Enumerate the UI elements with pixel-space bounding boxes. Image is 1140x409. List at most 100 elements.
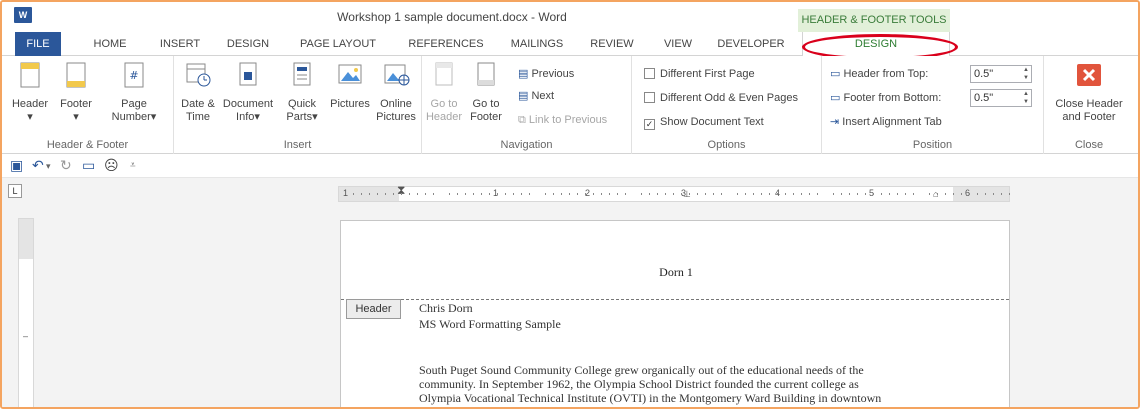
group-label-insert: Insert [283, 139, 312, 151]
ruler-tick [913, 193, 914, 195]
checkbox-icon [644, 92, 655, 103]
different-first-page-checkbox[interactable]: Different First Page [644, 64, 755, 84]
tab-mailings[interactable]: MAILINGS [498, 32, 576, 56]
vertical-ruler-top-margin [19, 219, 33, 259]
tab-developer[interactable]: DEVELOPER [708, 32, 794, 56]
body-paragraph[interactable]: South Puget Sound Community College grew… [419, 363, 933, 405]
close-header-footer-button[interactable]: Close Header and Footer [1048, 60, 1130, 124]
ruler-tick [713, 193, 714, 195]
ruler-tick [473, 193, 474, 195]
quick-parts-button[interactable]: Quick Parts▾ [280, 60, 324, 124]
document-info-button[interactable]: Document Info▾ [218, 60, 278, 124]
author-line[interactable]: Chris Dorn [419, 301, 473, 315]
page-number-button[interactable]: # Page Number▾ [106, 60, 162, 124]
tab-review[interactable]: REVIEW [582, 32, 642, 56]
date-time-button[interactable]: Date & Time [178, 60, 218, 124]
link-to-previous-label: Link to Previous [528, 114, 608, 126]
header-position-icon: ▭ [830, 68, 841, 80]
frown-icon[interactable]: ☹ [104, 157, 119, 174]
redo-icon[interactable]: ↻ [60, 157, 72, 174]
vertical-ruler[interactable]: – [18, 218, 34, 407]
window-title: Workshop 1 sample document.docx - Word [337, 10, 567, 24]
ruler-tick [681, 193, 682, 195]
ruler-tick [601, 193, 602, 195]
alignment-tab-icon: ⇥ [830, 116, 840, 128]
previous-button[interactable]: ▤ Previous [518, 64, 574, 84]
indent-marker-icon[interactable]: ⧗ [397, 183, 405, 198]
tab-selector-icon[interactable]: L [8, 184, 22, 198]
tab-home[interactable]: HOME [82, 32, 138, 56]
document-page[interactable]: Dorn 1 Header Chris Dorn MS Word Formatt… [340, 220, 1011, 407]
next-button[interactable]: ▤ Next [518, 86, 554, 106]
online-pictures-button[interactable]: Online Pictures [372, 60, 420, 124]
go-to-footer-button[interactable]: Go to Footer [466, 60, 506, 124]
ruler-tick [489, 193, 490, 195]
ribbon-tabs: FILE HOME INSERT DESIGN PAGE LAYOUT REFE… [2, 32, 1138, 57]
link-to-previous-button[interactable]: ⧉ Link to Previous [518, 110, 607, 130]
different-odd-even-checkbox[interactable]: Different Odd & Even Pages [644, 88, 798, 108]
horizontal-ruler[interactable]: 1 1 2 3 4 5 6 ⧗ ⊥ ⌂ [338, 183, 1010, 202]
subtitle-line[interactable]: MS Word Formatting Sample [419, 317, 561, 331]
touch-mode-icon[interactable]: ▭ [82, 157, 95, 174]
different-first-page-label: Different First Page [660, 68, 755, 80]
tab-insert[interactable]: INSERT [152, 32, 208, 56]
ruler-tick [937, 193, 938, 195]
ruler-tick [513, 193, 514, 195]
ruler-tick [785, 193, 786, 195]
tab-view[interactable]: VIEW [654, 32, 702, 56]
word-icon[interactable]: W [14, 7, 32, 23]
date-time-label-2: Time [185, 111, 211, 123]
ribbon: Header ▾ Footer ▾ # Page Number▾ Header … [2, 56, 1138, 154]
insert-alignment-tab-button[interactable]: ⇥ Insert Alignment Tab [830, 112, 942, 132]
undo-icon[interactable]: ↶ [32, 157, 44, 174]
ruler-tick [801, 193, 802, 195]
go-to-header-button[interactable]: Go to Header [424, 60, 464, 124]
tab-file[interactable]: FILE [15, 32, 61, 56]
checkmark-icon: ✓ [644, 119, 655, 130]
header-content[interactable]: Dorn 1 [341, 265, 1011, 280]
ruler-tick [745, 193, 746, 195]
quick-parts-icon [293, 62, 311, 86]
paragraph-line: Olympia Vocational Technical Institute (… [419, 391, 882, 405]
word-window: W Workshop 1 sample document.docx - Word… [0, 0, 1140, 409]
ruler-tick [873, 193, 874, 195]
group-insert: Date & Time Document Info▾ Quick Parts▾ … [174, 56, 422, 154]
ruler-tick [833, 193, 834, 195]
group-label-header-footer: Header & Footer [46, 139, 129, 151]
ruler-tick [481, 193, 482, 195]
tab-references[interactable]: REFERENCES [398, 32, 494, 56]
header-from-top-input[interactable]: 0.5" ▲ ▼ [970, 65, 1032, 83]
save-icon[interactable]: ▣ [10, 157, 23, 174]
ruler-tick [1009, 193, 1010, 195]
pictures-button[interactable]: Pictures [326, 60, 374, 111]
header-button[interactable]: Header ▾ [8, 60, 52, 124]
ruler-tick [905, 193, 906, 195]
document-info-label-2: Info [236, 111, 255, 123]
spinner-arrows-icon[interactable]: ▲ ▼ [1023, 66, 1029, 82]
ruler-tick [449, 193, 450, 195]
show-document-text-checkbox[interactable]: ✓ Show Document Text [644, 112, 764, 132]
page-number-label-1: Page [121, 98, 147, 110]
footer-button[interactable]: Footer ▾ [54, 60, 98, 124]
go-to-header-icon [435, 62, 453, 86]
ruler-tick [497, 193, 498, 195]
customize-toolbar-icon[interactable]: ⩡ [130, 160, 136, 171]
spinner-arrows-icon[interactable]: ▲ ▼ [1023, 90, 1029, 106]
group-options: Different First Page Different Odd & Eve… [632, 56, 822, 154]
footer-from-bottom-input[interactable]: 0.5" ▲ ▼ [970, 89, 1032, 107]
ruler-tick [969, 193, 970, 195]
undo-dropdown-icon[interactable]: ▾ [46, 161, 51, 172]
tab-design[interactable]: DESIGN [220, 32, 276, 56]
ruler-tick [985, 193, 986, 195]
ruler-tick [505, 193, 506, 195]
ruler-tick [417, 193, 418, 195]
tab-page-layout[interactable]: PAGE LAYOUT [290, 32, 386, 56]
footer-from-bottom-label: Footer from Bottom: [843, 92, 942, 104]
ruler-tick [953, 193, 954, 195]
pictures-icon [338, 64, 362, 84]
footer-from-bottom-value: 0.5" [974, 92, 994, 104]
ruler-tick [377, 193, 378, 195]
pictures-label: Pictures [330, 98, 370, 110]
ruler-tick [649, 193, 650, 195]
ruler-number: 1 [343, 188, 349, 198]
